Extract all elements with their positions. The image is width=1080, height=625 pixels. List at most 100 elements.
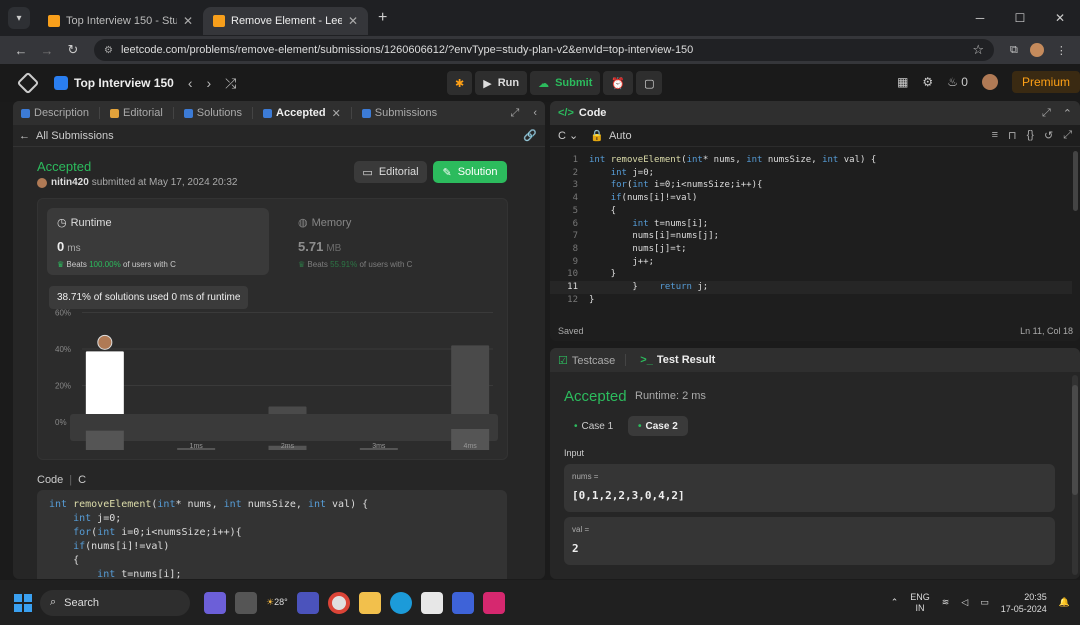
code-panel-header: </> Code ⤢ ⌃ bbox=[550, 101, 1080, 125]
store-icon[interactable] bbox=[420, 591, 443, 614]
tab-submissions[interactable]: Submissions bbox=[361, 107, 437, 119]
browser-tab-study-plan[interactable]: Top Interview 150 - Study Plan ✕ bbox=[38, 7, 203, 35]
chart-range-brush[interactable] bbox=[70, 414, 498, 441]
maximize-panel-icon[interactable]: ⤢ bbox=[511, 107, 520, 120]
plan-title[interactable]: Top Interview 150 bbox=[74, 76, 174, 90]
run-button[interactable]: ▶ Run bbox=[475, 71, 528, 95]
close-icon[interactable]: ✕ bbox=[332, 107, 341, 120]
language-select[interactable]: C ⌄ bbox=[558, 129, 578, 142]
editorial-button[interactable]: ▭ Editorial bbox=[354, 161, 427, 183]
url-field[interactable]: ⚙ leetcode.com/problems/remove-element/s… bbox=[94, 39, 994, 61]
chevron-up-icon[interactable]: ⌃ bbox=[891, 597, 899, 608]
battery-icon[interactable]: ▭ bbox=[980, 597, 989, 608]
minimize-icon[interactable]: ─ bbox=[960, 11, 1000, 25]
new-tab-icon[interactable]: + bbox=[378, 9, 387, 27]
lock-icon: 🔒 bbox=[590, 130, 604, 142]
reload-icon[interactable]: ↻ bbox=[60, 42, 86, 58]
history-icon bbox=[263, 108, 273, 118]
volume-icon[interactable]: ◁ bbox=[961, 597, 968, 608]
solution-button[interactable]: ✎ Solution bbox=[433, 161, 507, 183]
bookmark-star-icon[interactable]: ☆ bbox=[972, 42, 984, 58]
tab-search-icon[interactable]: ▾ bbox=[8, 7, 30, 29]
back-icon[interactable]: ← bbox=[8, 43, 34, 58]
edge-icon[interactable] bbox=[389, 591, 412, 614]
code-editor[interactable]: 1 int removeElement(int* nums, int numsSi… bbox=[550, 149, 1072, 314]
input-name: val = bbox=[572, 525, 590, 534]
teams-icon[interactable] bbox=[296, 591, 319, 614]
memory-card[interactable]: ◍ Memory 5.71 MB ♛ Beats 55.91% of users w… bbox=[288, 208, 488, 275]
premium-button[interactable]: Premium bbox=[1011, 71, 1080, 93]
notification-bell-icon[interactable]: 🔔 bbox=[1059, 597, 1070, 608]
browser-tab-remove-element[interactable]: Remove Element - LeetCode ✕ bbox=[203, 7, 368, 35]
case-1-tab[interactable]: • Case 1 bbox=[564, 416, 623, 436]
extensions-icon[interactable]: ⧉ bbox=[1010, 44, 1018, 57]
code-line: int removeElement(int* nums, int numsSiz… bbox=[49, 499, 369, 510]
chrome-icon[interactable] bbox=[327, 591, 350, 614]
site-info-icon[interactable]: ⚙ bbox=[104, 45, 113, 56]
auto-mode[interactable]: Auto bbox=[609, 130, 632, 142]
chart-bar[interactable] bbox=[451, 345, 490, 422]
editor-line: 6 int t=nums[i]; bbox=[550, 218, 1072, 231]
prev-problem-icon[interactable]: ‹ bbox=[188, 75, 193, 91]
windows-start-icon[interactable] bbox=[14, 593, 32, 612]
close-icon[interactable]: ✕ bbox=[183, 14, 193, 28]
copilot-icon[interactable] bbox=[204, 591, 226, 614]
streak-counter[interactable]: ♨ 0 bbox=[947, 75, 968, 89]
profile-avatar[interactable] bbox=[1029, 43, 1044, 57]
user-avatar[interactable] bbox=[981, 74, 998, 90]
all-submissions-link[interactable]: ← All Submissions 🔗 bbox=[13, 125, 545, 147]
tab-editorial[interactable]: Editorial bbox=[110, 107, 163, 119]
menu-icon[interactable]: ⋮ bbox=[1056, 44, 1067, 57]
share-link-icon[interactable]: 🔗 bbox=[523, 129, 537, 142]
submit-button[interactable]: ☁ Submit bbox=[530, 71, 601, 95]
bookmark-icon[interactable]: ⊓ bbox=[1008, 129, 1017, 142]
layout-icon[interactable]: ▦ bbox=[897, 75, 908, 89]
reset-icon[interactable]: ↺ bbox=[1044, 129, 1053, 142]
collapse-panel-icon[interactable]: ‹ bbox=[533, 107, 537, 120]
timer-button[interactable]: ⏰ bbox=[603, 71, 634, 95]
maximize-panel-icon[interactable]: ⤢ bbox=[1042, 107, 1051, 120]
taskbar-search[interactable]: ⌕ Search bbox=[40, 589, 190, 616]
instagram-icon[interactable] bbox=[482, 591, 505, 614]
close-icon[interactable]: ✕ bbox=[348, 14, 358, 28]
cloud-upload-icon: ☁ bbox=[538, 77, 550, 90]
line-content: int j=0; bbox=[610, 167, 655, 178]
language-indicator[interactable]: ENG IN bbox=[910, 592, 930, 614]
tab-accepted[interactable]: Accepted ✕ bbox=[263, 107, 341, 120]
tab-description[interactable]: Description bbox=[21, 107, 89, 119]
leetcode-logo-icon[interactable] bbox=[16, 71, 40, 95]
case-2-tab[interactable]: • Case 2 bbox=[628, 416, 688, 436]
editor-scrollbar[interactable] bbox=[1073, 151, 1078, 211]
memory-beats-pct: 55.91% bbox=[330, 260, 358, 269]
braces-icon[interactable]: {} bbox=[1027, 129, 1034, 142]
task-view-icon[interactable] bbox=[235, 591, 257, 614]
username[interactable]: nitin420 bbox=[51, 177, 89, 188]
fullscreen-icon[interactable]: ⤢ bbox=[1063, 129, 1072, 142]
chart-bar[interactable] bbox=[85, 351, 124, 422]
shuffle-icon[interactable]: ⤮ bbox=[225, 75, 236, 92]
close-window-icon[interactable]: ✕ bbox=[1040, 11, 1080, 25]
language-value: C bbox=[558, 130, 566, 142]
file-explorer-icon[interactable] bbox=[358, 591, 381, 614]
submitted-code-block[interactable]: int removeElement(int* nums, int numsSiz… bbox=[37, 490, 507, 579]
tab-test-result[interactable]: >_ Test Result bbox=[640, 354, 715, 366]
forward-icon[interactable]: → bbox=[34, 43, 60, 58]
weather-widget[interactable]: ☀28° bbox=[266, 597, 288, 608]
runtime-card[interactable]: ◷ Runtime 0 ms ♛ Beats 100.00% of users wi… bbox=[47, 208, 269, 275]
maximize-icon[interactable]: ☐ bbox=[1000, 11, 1040, 25]
description-icon bbox=[21, 108, 30, 118]
case-label: Case 2 bbox=[645, 420, 678, 432]
format-icon[interactable]: ≡ bbox=[992, 129, 998, 142]
testcase-label: Testcase bbox=[571, 354, 616, 367]
collapse-panel-icon[interactable]: ⌃ bbox=[1063, 107, 1072, 120]
app-icon[interactable] bbox=[451, 591, 474, 614]
next-problem-icon[interactable]: › bbox=[206, 75, 211, 91]
settings-gear-icon[interactable]: ⚙ bbox=[922, 75, 933, 89]
clock[interactable]: 20:35 17-05-2024 bbox=[1001, 591, 1047, 615]
test-panel-scrollbar[interactable] bbox=[1072, 375, 1078, 575]
tab-testcase[interactable]: ☑ Testcase bbox=[558, 354, 615, 367]
notes-button[interactable]: ▢ bbox=[636, 71, 663, 95]
tab-solutions[interactable]: Solutions bbox=[183, 107, 242, 119]
debug-button[interactable]: ✱ bbox=[447, 71, 473, 95]
wifi-icon[interactable]: ≋ bbox=[942, 597, 950, 608]
